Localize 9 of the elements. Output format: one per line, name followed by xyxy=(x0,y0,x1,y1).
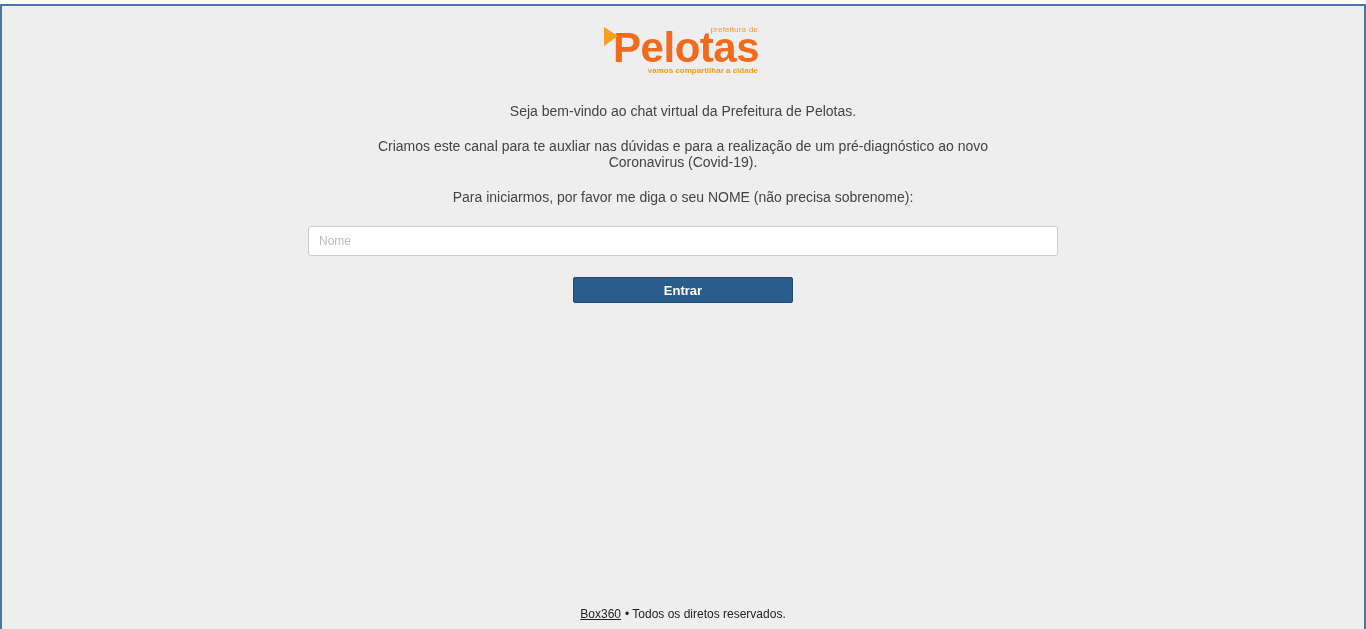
footer-link[interactable]: Box360 xyxy=(580,607,621,621)
chat-message: Seja bem-vindo ao chat virtual da Prefeitura de Pelotas. xyxy=(508,103,858,119)
name-field[interactable]: Nome xyxy=(308,226,1058,256)
enter-button[interactable]: Entrar xyxy=(573,277,793,303)
logo-tagline: vamos compartilhar a cidade xyxy=(647,66,758,75)
logo-wordmark: Pelotas xyxy=(613,33,759,63)
chat-message: Para iniciarmos, por favor me diga o seu NOME (não precisa sobrenome): xyxy=(451,189,915,205)
footer-text: • Todos os diretos reservados. xyxy=(625,607,786,621)
chat-message: Criamos este canal para te auxliar nas dúvidas e para a realização de um pré-diagnóstico ao novo Coronavirus (Covid-19). xyxy=(376,138,990,170)
